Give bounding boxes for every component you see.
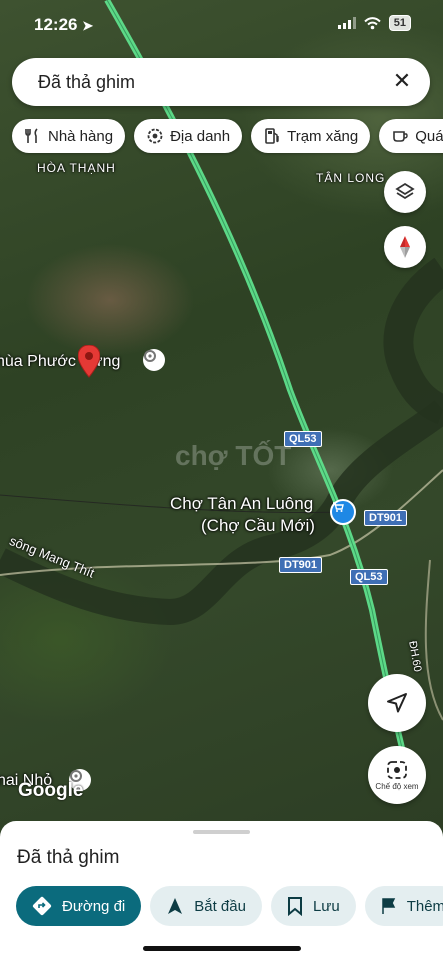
landmark-icon xyxy=(147,128,163,144)
action-buttons: Đường đi Bắt đầu Lưu Thêm xyxy=(16,886,443,926)
road-shield-dt901-b: DT901 xyxy=(279,557,323,573)
compass-icon xyxy=(400,236,410,258)
directions-label: Đường đi xyxy=(62,897,126,915)
directions-icon xyxy=(32,896,52,916)
road-dh xyxy=(424,559,443,721)
more-label: Thêm xyxy=(406,897,443,915)
chip-landmark[interactable]: Địa danh xyxy=(134,119,243,153)
start-button[interactable]: Bắt đầu xyxy=(150,886,262,926)
layers-button[interactable] xyxy=(384,171,426,213)
bookmark-icon xyxy=(287,897,302,916)
status-time: 12:26 ➤ xyxy=(34,15,93,35)
road-shield-ql53-a: QL53 xyxy=(284,431,322,447)
flag-icon xyxy=(381,898,395,914)
layers-icon xyxy=(395,182,415,200)
google-logo: Google xyxy=(18,780,84,801)
bottom-sheet[interactable]: Đã thả ghim Đường đi Bắt đầu Lưu Thêm xyxy=(0,821,443,960)
map-label-market-alt: (Chợ Cầu Mới) xyxy=(201,516,315,535)
chip-label: Nhà hàng xyxy=(48,127,114,145)
map-label-pin-place[interactable]: hùa Phước Hưng xyxy=(0,353,120,371)
navigation-arrow-icon xyxy=(168,898,183,914)
map-label-tan-long: TÂN LONG xyxy=(316,171,386,185)
map-label-market[interactable]: Chợ Tân An Luông xyxy=(170,494,313,514)
category-chips: Nhà hàng Địa danh Trạm xăng Quán xyxy=(12,119,443,153)
coffee-cup-icon xyxy=(393,131,408,142)
directions-button[interactable]: Đường đi xyxy=(16,886,142,926)
location-arrow-icon: ➤ xyxy=(82,18,94,33)
close-icon[interactable]: ✕ xyxy=(390,69,414,93)
sheet-title: Đã thả ghim xyxy=(17,847,120,868)
map-label-hoa-thanh: HÒA THẠNH xyxy=(37,161,116,175)
search-bar[interactable]: Đã thả ghim ✕ xyxy=(12,58,430,106)
watermark: chợ TỐT xyxy=(175,440,292,471)
start-label: Bắt đầu xyxy=(194,897,246,915)
chip-restaurant[interactable]: Nhà hàng xyxy=(12,119,126,153)
fork-knife-icon xyxy=(25,128,38,143)
chip-label: Địa danh xyxy=(170,127,231,145)
more-button[interactable]: Thêm xyxy=(364,886,443,926)
sheet-handle[interactable] xyxy=(193,830,250,834)
wifi-icon xyxy=(364,16,381,29)
shopping-cart-icon[interactable] xyxy=(330,499,356,525)
chip-gas-station[interactable]: Trạm xăng xyxy=(251,119,371,153)
search-text[interactable]: Đã thả ghim xyxy=(38,72,135,93)
battery-icon: 51 xyxy=(388,15,411,31)
road-shield-dt901-a: DT901 xyxy=(364,510,408,526)
temple-icon[interactable] xyxy=(143,349,165,371)
save-label: Lưu xyxy=(312,897,340,915)
highway-ql53 xyxy=(104,0,408,761)
street-view-button[interactable]: Chế độ xem xyxy=(368,746,426,804)
time-text: 12:26 xyxy=(34,15,78,34)
chip-label: Trạm xăng xyxy=(287,127,359,145)
status-bar: 12:26 ➤ 51 xyxy=(0,0,443,48)
chip-label: Quán xyxy=(415,127,443,145)
my-location-button[interactable] xyxy=(368,674,426,732)
signal-icon xyxy=(337,17,356,29)
compass-button[interactable] xyxy=(384,226,426,268)
road-shield-ql53-b: QL53 xyxy=(350,569,388,585)
home-indicator xyxy=(143,946,301,951)
save-button[interactable]: Lưu xyxy=(270,886,356,926)
street-view-label: Chế độ xem xyxy=(375,781,419,791)
chip-cafe[interactable]: Quán xyxy=(379,119,443,153)
status-icons: 51 xyxy=(337,15,411,31)
location-arrow-icon xyxy=(387,693,407,713)
gas-station-icon xyxy=(265,128,279,144)
river-upper xyxy=(383,257,443,424)
street-view-icon xyxy=(387,760,407,779)
